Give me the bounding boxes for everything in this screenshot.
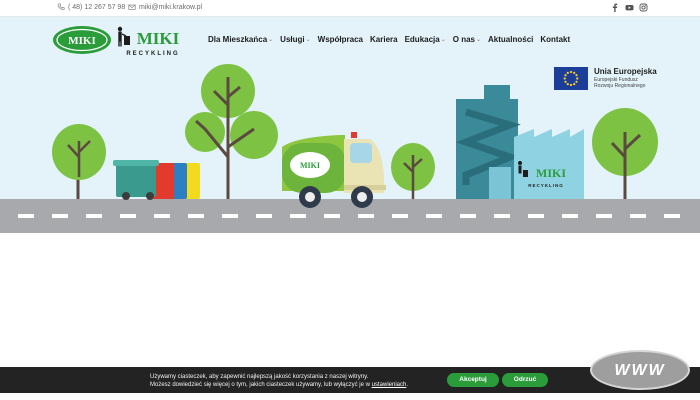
chevron-down-icon: ⌄ xyxy=(475,37,482,43)
site-logo[interactable]: MIKI MIKI RECYKLING xyxy=(52,24,187,58)
recycling-bins xyxy=(113,160,200,200)
email-contact[interactable]: miki@miki.krakow.pl xyxy=(128,3,202,11)
cookie-line-2-end: . xyxy=(406,382,408,388)
recycling-factory: MIKI RECYKLING xyxy=(455,85,584,199)
nav-label: O nas xyxy=(452,35,475,44)
eu-title: Unia Europejska xyxy=(594,67,657,76)
page: ( 48) 12 267 57 98 miki@miki.krakow.pl M… xyxy=(0,0,700,400)
eu-fund-line-2: Rozwoju Regionalnego xyxy=(594,83,646,89)
nav-label: Współpraca xyxy=(317,35,363,44)
email-address: miki@miki.krakow.pl xyxy=(139,3,203,11)
cookie-line-1: Używamy ciasteczek, aby zapewnić najleps… xyxy=(150,374,369,380)
nav-label: Usługi xyxy=(280,35,305,44)
logo-tagline: RECYKLING xyxy=(126,51,179,57)
nav-label: Kariera xyxy=(370,35,398,44)
reject-cookies-button[interactable]: Odrzuć xyxy=(502,373,548,387)
facebook-icon[interactable] xyxy=(610,3,620,13)
mail-icon xyxy=(128,4,136,10)
nav-item-kontakt[interactable]: Kontakt xyxy=(540,35,570,44)
nav-label: Kontakt xyxy=(540,35,571,44)
www-watermark-badge: WWW xyxy=(590,350,690,390)
logo-left-word: MIKI xyxy=(68,35,96,47)
tree-1 xyxy=(52,124,106,199)
nav-label: Dla Mieszkańca xyxy=(208,35,268,44)
nav-item-uslugi[interactable]: Usługi ⌄ xyxy=(280,35,310,44)
nav-item-aktualnosci[interactable]: Aktualności xyxy=(488,35,533,44)
nav-item-o-nas[interactable]: O nas ⌄ xyxy=(453,35,481,44)
nav-item-edukacja[interactable]: Edukacja ⌄ xyxy=(405,35,446,44)
nav-label: Edukacja xyxy=(404,35,440,44)
youtube-icon[interactable] xyxy=(624,3,634,13)
nav-item-wspolpraca[interactable]: Współpraca xyxy=(318,35,363,44)
phone-icon xyxy=(57,3,65,10)
truck-logo-text: MIKI xyxy=(300,161,320,170)
factory-tagline: RECYKLING xyxy=(528,183,564,188)
nav-item-kariera[interactable]: Kariera xyxy=(370,35,398,44)
nav-label: Aktualności xyxy=(488,35,534,44)
garbage-truck: MIKI xyxy=(282,132,386,208)
eu-flag-icon xyxy=(554,67,588,90)
main-navigation: Dla Mieszkańca ⌄ Usługi ⌄ Współpraca Kar… xyxy=(208,35,570,44)
tree-3 xyxy=(391,143,435,199)
chevron-down-icon: ⌄ xyxy=(440,37,446,43)
chevron-down-icon: ⌄ xyxy=(305,37,311,43)
cookie-line-2-text: Możesz dowiedzieć się więcej o tym, jaki… xyxy=(150,382,372,388)
logo-person-bin-icon xyxy=(117,26,130,47)
cookie-settings-link[interactable]: ustawieniach xyxy=(372,382,407,388)
tree-4 xyxy=(592,108,658,199)
phone-contact[interactable]: ( 48) 12 267 57 98 xyxy=(57,3,125,11)
nav-item-dla-mieszkanca[interactable]: Dla Mieszkańca ⌄ xyxy=(208,35,273,44)
cookie-line-2: Możesz dowiedzieć się więcej o tym, jaki… xyxy=(150,381,408,389)
accept-cookies-button[interactable]: Akceptuj xyxy=(447,373,499,387)
logo-right-word: MIKI xyxy=(137,29,180,48)
eu-fund-name: Europejski Fundusz Rozwoju Regionalnego xyxy=(594,77,645,89)
eu-funding-badge[interactable]: Unia Europejska Europejski Fundusz Rozwo… xyxy=(554,67,674,91)
instagram-icon[interactable] xyxy=(638,3,648,13)
factory-logo-text: MIKI xyxy=(536,166,566,180)
miki-recykling-logo: MIKI MIKI RECYKLING xyxy=(53,26,180,57)
phone-number: ( 48) 12 267 57 98 xyxy=(68,3,126,11)
cookie-message: Używamy ciasteczek, aby zapewnić najleps… xyxy=(150,373,408,389)
top-info-bar: ( 48) 12 267 57 98 miki@miki.krakow.pl xyxy=(0,0,700,17)
chevron-down-icon: ⌄ xyxy=(268,37,274,43)
road xyxy=(0,199,700,233)
